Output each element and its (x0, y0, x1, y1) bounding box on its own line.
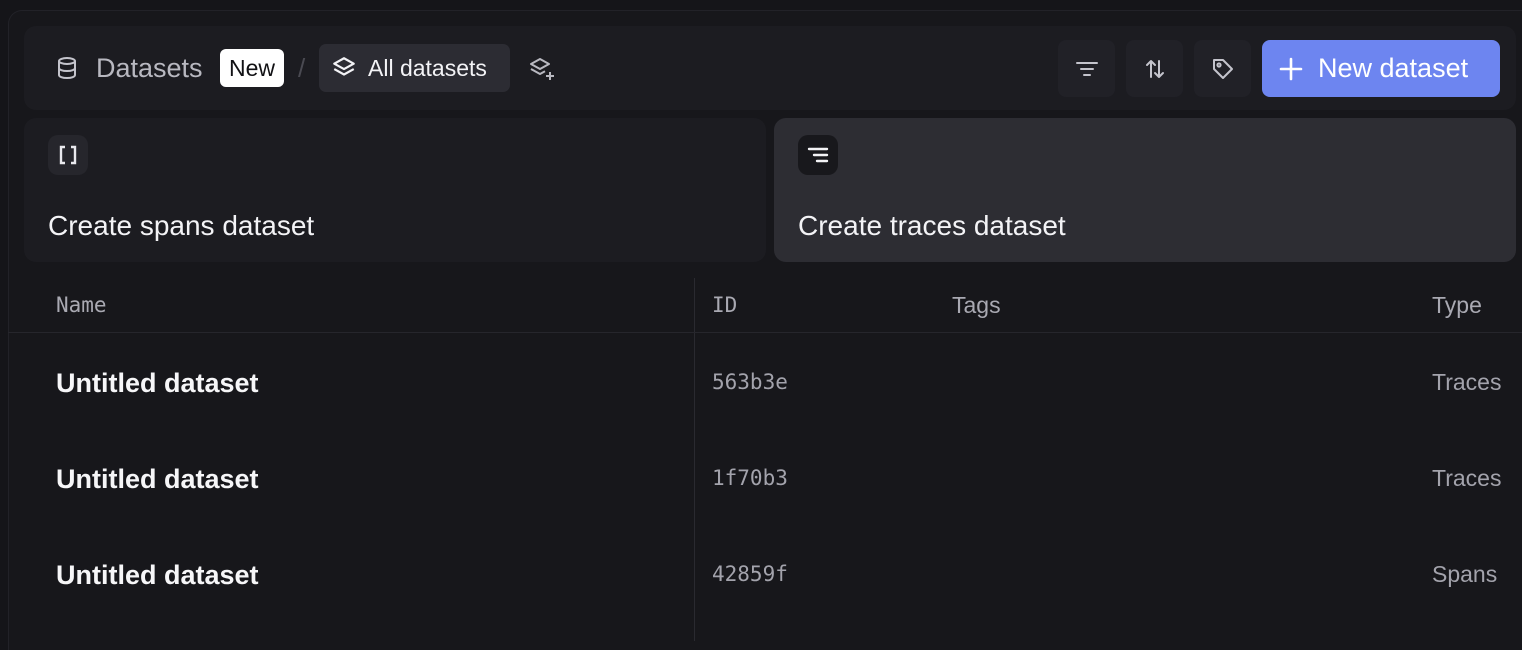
all-datasets-button[interactable]: All datasets (319, 44, 510, 92)
dataset-name: Untitled dataset (56, 560, 259, 590)
layers-icon (333, 57, 355, 76)
new-badge: New (220, 49, 285, 87)
table-row[interactable]: Untitled dataset 42859f Spans (8, 525, 1522, 621)
dataset-type: Spans (1432, 561, 1498, 587)
toolbar: Datasets New / All datasets New dataset (24, 26, 1516, 110)
layers-plus-icon[interactable] (528, 55, 556, 83)
new-dataset-label: New dataset (1318, 53, 1469, 83)
dataset-id: 42859f (712, 562, 788, 586)
brackets-icon (48, 135, 88, 175)
tags-button[interactable] (1194, 40, 1251, 97)
create-traces-dataset-label: Create traces dataset (798, 210, 1066, 241)
dataset-name: Untitled dataset (56, 464, 259, 494)
all-datasets-label: All datasets (368, 54, 487, 81)
database-icon (58, 57, 76, 80)
sort-arrows-icon (1145, 59, 1164, 78)
create-spans-dataset-card[interactable]: Create spans dataset (24, 118, 766, 262)
column-header-type[interactable]: Type (1432, 291, 1482, 319)
create-traces-dataset-card[interactable]: Create traces dataset (774, 118, 1516, 262)
filter-button[interactable] (1058, 40, 1115, 97)
dataset-id: 563b3e (712, 370, 788, 394)
dataset-name: Untitled dataset (56, 368, 259, 398)
plus-icon (1279, 57, 1303, 80)
lines-icon (798, 135, 838, 175)
column-header-id[interactable]: ID (712, 291, 737, 319)
table-row[interactable]: Untitled dataset 1f70b3 Traces (8, 429, 1522, 525)
column-header-name[interactable]: Name (56, 291, 107, 319)
new-dataset-button[interactable]: New dataset (1262, 40, 1500, 97)
dataset-type: Traces (1432, 465, 1502, 491)
sort-button[interactable] (1126, 40, 1183, 97)
page-title: Datasets (96, 53, 203, 83)
create-spans-dataset-label: Create spans dataset (48, 210, 315, 241)
filter-icon (1075, 61, 1098, 76)
dataset-id: 1f70b3 (712, 466, 788, 490)
column-header-tags[interactable]: Tags (952, 291, 1001, 319)
dataset-type: Traces (1432, 369, 1502, 395)
breadcrumb-separator: / (298, 53, 306, 83)
tag-icon (1212, 58, 1233, 79)
table-row[interactable]: Untitled dataset 563b3e Traces (8, 333, 1522, 429)
